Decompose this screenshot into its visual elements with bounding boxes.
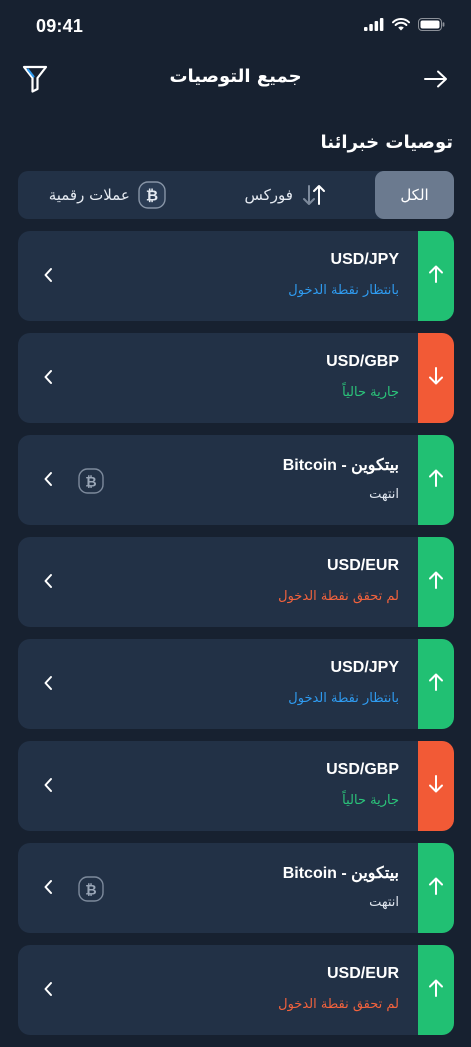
- chevron-left-icon: [40, 265, 56, 285]
- pair-name: USD/GBP: [326, 761, 399, 778]
- recommendation-card[interactable]: بيتكوين - Bitcoin انتهت ₿: [18, 843, 454, 933]
- recommendation-status: انتهت: [369, 487, 399, 502]
- status-bar: 09:41: [0, 0, 471, 52]
- pair-name: USD/JPY: [330, 251, 399, 268]
- recommendation-card[interactable]: USD/EUR لم تحقق نقطة الدخول: [18, 537, 454, 627]
- pair-name: بيتكوين - Bitcoin: [282, 457, 399, 474]
- arrow-up-icon: [428, 264, 444, 288]
- recommendation-card[interactable]: USD/GBP جارية حالياً: [18, 333, 454, 423]
- filter-tab-all[interactable]: الكل: [375, 171, 454, 219]
- chevron-left-icon: [40, 979, 56, 999]
- chevron-left-icon: [40, 571, 56, 591]
- recommendation-status: جارية حالياً: [342, 793, 399, 808]
- recommendation-card[interactable]: USD/EUR لم تحقق نقطة الدخول: [18, 945, 454, 1035]
- bitcoin-icon: ₿: [78, 468, 104, 494]
- section-title: توصيات خبرائنا: [320, 132, 453, 153]
- status-time: 09:41: [36, 16, 84, 36]
- recommendation-status: انتهت: [369, 895, 399, 910]
- signal-icon: [364, 18, 384, 31]
- arrow-up-icon: [428, 570, 444, 594]
- recommendation-status: جارية حالياً: [342, 385, 399, 400]
- arrow-down-icon: [428, 366, 444, 390]
- arrow-right-icon: [424, 70, 447, 88]
- recommendations-list: USD/JPY بانتظار نقطة الدخول USD/GBP جاري…: [18, 231, 454, 1047]
- recommendation-status: بانتظار نقطة الدخول: [288, 691, 399, 706]
- recommendation-card[interactable]: USD/JPY بانتظار نقطة الدخول: [18, 639, 454, 729]
- arrow-up-icon: [428, 876, 444, 900]
- chevron-left-icon: [40, 469, 56, 489]
- chevron-left-icon: [40, 877, 56, 897]
- pair-name: USD/GBP: [326, 353, 399, 370]
- filter-tab-forex-label: فوركس: [244, 186, 293, 204]
- wifi-icon: [392, 18, 410, 31]
- page-title: جميع التوصيات: [169, 66, 302, 87]
- direction-strip: [418, 945, 454, 1035]
- direction-strip: [418, 741, 454, 831]
- recommendation-card[interactable]: USD/GBP جارية حالياً: [18, 741, 454, 831]
- category-filter: الكل فوركس ₿ عملات رقمية: [18, 171, 454, 219]
- bitcoin-icon: ₿: [138, 181, 166, 209]
- arrow-up-icon: [428, 672, 444, 696]
- pair-name: USD/EUR: [326, 965, 399, 982]
- back-button[interactable]: [421, 64, 451, 94]
- recommendation-status: بانتظار نقطة الدخول: [288, 283, 399, 298]
- app-header: جميع التوصيات: [0, 52, 471, 104]
- recommendation-card[interactable]: بيتكوين - Bitcoin انتهت ₿: [18, 435, 454, 525]
- filter-tab-forex[interactable]: فوركس: [197, 171, 376, 219]
- direction-strip: [418, 435, 454, 525]
- direction-strip: [418, 639, 454, 729]
- direction-strip: [418, 843, 454, 933]
- svg-text:₿: ₿: [146, 187, 158, 205]
- filter-tab-crypto[interactable]: ₿ عملات رقمية: [18, 171, 197, 219]
- chevron-left-icon: [40, 673, 56, 693]
- recommendation-card[interactable]: USD/JPY بانتظار نقطة الدخول: [18, 231, 454, 321]
- recommendation-status: لم تحقق نقطة الدخول: [278, 997, 399, 1012]
- direction-strip: [418, 537, 454, 627]
- status-icons: [364, 18, 445, 31]
- direction-strip: [418, 333, 454, 423]
- chevron-left-icon: [40, 367, 56, 387]
- svg-text:₿: ₿: [85, 882, 96, 898]
- chevron-left-icon: [40, 775, 56, 795]
- bitcoin-icon: ₿: [78, 876, 104, 902]
- pair-name: USD/EUR: [326, 557, 399, 574]
- pair-name: USD/JPY: [330, 659, 399, 676]
- filter-tab-crypto-label: عملات رقمية: [48, 186, 130, 204]
- arrow-down-icon: [428, 774, 444, 798]
- svg-text:₿: ₿: [85, 474, 96, 490]
- arrow-up-icon: [428, 978, 444, 1002]
- recommendation-status: لم تحقق نقطة الدخول: [278, 589, 399, 604]
- pair-name: بيتكوين - Bitcoin: [282, 865, 399, 882]
- battery-icon: [418, 18, 445, 31]
- up-down-arrows-icon: [301, 184, 327, 206]
- direction-strip: [418, 231, 454, 321]
- arrow-up-icon: [428, 468, 444, 492]
- filter-tab-all-label: الكل: [400, 186, 429, 204]
